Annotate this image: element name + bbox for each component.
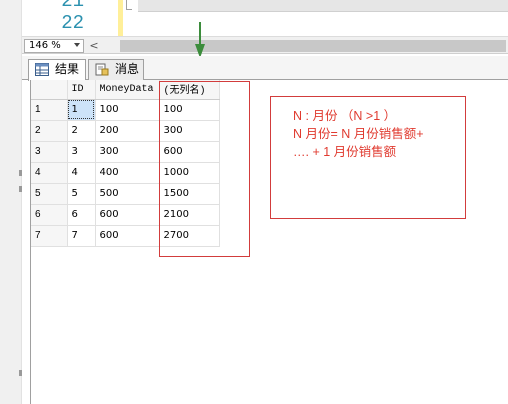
cell-moneydata[interactable]: 600 bbox=[95, 225, 160, 247]
horizontal-scrollbar-thumb[interactable] bbox=[120, 40, 506, 52]
row-number[interactable]: 3 bbox=[31, 141, 68, 163]
cell-id[interactable]: 1 bbox=[67, 99, 96, 121]
row-number[interactable]: 1 bbox=[31, 99, 68, 121]
editor-scrollbar[interactable] bbox=[138, 0, 508, 12]
column-header-id[interactable]: ID bbox=[67, 80, 96, 100]
zoom-bar: 146 % < bbox=[22, 36, 508, 54]
cell-id[interactable]: 6 bbox=[67, 204, 96, 226]
cell-id[interactable]: 5 bbox=[67, 183, 96, 205]
chevron-down-icon bbox=[74, 43, 80, 47]
cell-moneydata[interactable]: 200 bbox=[95, 120, 160, 142]
cell-id[interactable]: 7 bbox=[67, 225, 96, 247]
cell-id[interactable]: 4 bbox=[67, 162, 96, 184]
tab-messages-label: 消息 bbox=[115, 62, 140, 76]
outline-bracket bbox=[126, 0, 132, 10]
zoom-level: 146 % bbox=[29, 40, 61, 51]
margin-marker bbox=[19, 186, 22, 192]
tab-results[interactable]: 结果 bbox=[28, 59, 86, 81]
line-number-gutter: 21 22 bbox=[22, 0, 88, 36]
change-margin-bar bbox=[118, 0, 123, 36]
running-total-highlight-box bbox=[159, 81, 250, 257]
cell-moneydata[interactable]: 100 bbox=[95, 99, 160, 121]
row-number[interactable]: 4 bbox=[31, 162, 68, 184]
cell-moneydata[interactable]: 400 bbox=[95, 162, 160, 184]
editor-left-margin bbox=[0, 0, 22, 404]
cell-id[interactable]: 3 bbox=[67, 141, 96, 163]
cell-id[interactable]: 2 bbox=[67, 120, 96, 142]
cell-moneydata[interactable]: 600 bbox=[95, 204, 160, 226]
row-number[interactable]: 7 bbox=[31, 225, 68, 247]
cell-moneydata[interactable]: 300 bbox=[95, 141, 160, 163]
query-editor[interactable]: 21 22 bbox=[22, 0, 508, 36]
annotation-line: N : 月份 （N >1 ） bbox=[293, 109, 397, 123]
scroll-left-button[interactable]: < bbox=[88, 39, 100, 53]
row-number[interactable]: 2 bbox=[31, 120, 68, 142]
grid-icon bbox=[35, 63, 49, 76]
margin-marker bbox=[19, 170, 22, 176]
column-header-moneydata[interactable]: MoneyData bbox=[95, 80, 160, 100]
message-icon bbox=[95, 63, 109, 76]
tab-messages[interactable]: 消息 bbox=[88, 59, 144, 80]
annotation-line: …. + 1 月份销售额 bbox=[293, 145, 397, 159]
line-number: 21 bbox=[61, 0, 84, 12]
green-arrow-icon bbox=[195, 22, 205, 58]
margin-marker bbox=[19, 370, 22, 376]
line-number: 22 bbox=[61, 12, 84, 34]
tab-results-label: 结果 bbox=[55, 62, 80, 76]
results-tab-bar: 结果 消息 bbox=[22, 56, 508, 81]
zoom-dropdown[interactable]: 146 % bbox=[24, 39, 84, 53]
corner-cell[interactable] bbox=[31, 80, 68, 100]
annotation-line: N 月份= N 月份销售额+ bbox=[293, 127, 424, 141]
annotation-note: N : 月份 （N >1 ） N 月份= N 月份销售额+ …. + 1 月份销… bbox=[270, 96, 466, 219]
row-number[interactable]: 6 bbox=[31, 204, 68, 226]
cell-moneydata[interactable]: 500 bbox=[95, 183, 160, 205]
row-number[interactable]: 5 bbox=[31, 183, 68, 205]
